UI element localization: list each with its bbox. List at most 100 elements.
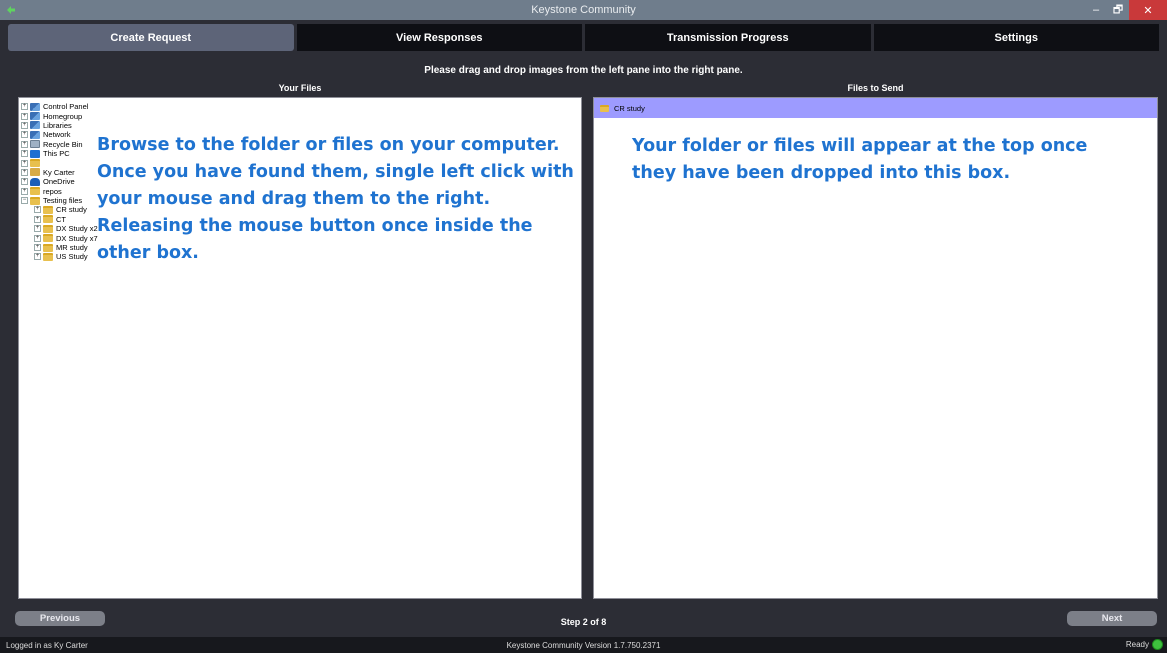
tab-view-responses[interactable]: View Responses [296,24,582,51]
expand-icon[interactable]: + [21,187,28,195]
instructions-text: Please drag and drop images from the lef… [424,65,743,76]
tree-item-repos[interactable]: + repos [21,187,98,196]
tree-item-label: Recycle Bin [43,139,83,149]
expand-icon[interactable]: + [34,215,41,223]
app-icon [4,3,18,17]
expand-icon[interactable]: + [21,150,28,158]
folder-icon [43,243,53,252]
step-indicator: Step 2 of 8 [560,617,607,627]
your-files-pane[interactable]: + Control Panel + Homegroup + Libraries + Ne… [18,97,582,599]
tree-item-network[interactable]: + Network [21,130,98,139]
send-item-label: CR study [614,103,645,113]
file-tree: + Control Panel + Homegroup + Libraries + Ne… [21,102,98,262]
tree-item-folder[interactable]: + [21,158,98,168]
tree-item-label: Control Panel [43,102,89,112]
ready-label: Ready [1125,640,1149,649]
window-controls: – 🗗 ✕ [1085,0,1167,20]
maximize-button[interactable]: 🗗 [1107,0,1129,20]
tree-item-label: OneDrive [43,177,75,187]
folder-icon [43,234,53,243]
user-folder-icon [30,168,40,177]
libraries-icon [30,121,40,130]
tab-settings[interactable]: Settings [873,24,1159,51]
status-bar: Logged in as Ky Carter Keystone Communit… [0,637,1167,653]
tree-item-libraries[interactable]: + Libraries [21,121,98,130]
folder-icon [43,205,53,214]
browse-instructions-line: Once you have found them, single left cl… [97,162,574,182]
folder-icon [43,252,53,261]
drop-instructions: Your folder or files will appear at the … [632,133,1132,187]
tree-item-cr-study[interactable]: + CR study [21,205,98,214]
tree-item-ct[interactable]: + CT [21,215,98,224]
tree-item-us-study[interactable]: + US Study [21,252,98,261]
tree-item-ky-carter[interactable]: + Ky Carter [21,168,98,177]
tree-item-label: Testing files [43,196,83,206]
expand-icon[interactable]: + [21,131,28,139]
tree-item-mr-study[interactable]: + MR study [21,243,98,252]
folder-icon [43,215,53,224]
expand-icon[interactable]: + [34,206,41,214]
tree-item-label: Homegroup [43,111,83,121]
expand-icon[interactable]: + [34,253,41,261]
tree-item-this-pc[interactable]: + This PC [21,149,98,158]
expand-icon[interactable]: + [34,244,41,252]
tree-item-control-panel[interactable]: + Control Panel [21,102,98,111]
folder-icon [30,196,40,205]
tree-item-recycle-bin[interactable]: + Recycle Bin [21,140,98,149]
folder-icon [43,224,53,233]
browse-instructions-line: your mouse and drag them to the right. [97,189,491,209]
tree-item-homegroup[interactable]: + Homegroup [21,111,98,121]
title-bar: Keystone Community – 🗗 ✕ [0,0,1167,20]
tab-create-request[interactable]: Create Request [8,24,294,51]
minimize-button[interactable]: – [1085,0,1107,20]
folder-icon [30,159,40,168]
version-label: Keystone Community Version 1.7.750.2371 [506,641,661,650]
tree-item-label: CR study [56,205,87,215]
tree-item-testing-files[interactable]: − Testing files [21,196,98,205]
computer-icon [30,149,40,158]
expand-icon[interactable]: + [21,103,28,111]
tree-item-onedrive[interactable]: + OneDrive [21,177,98,186]
tab-bar: Create Request View Responses Transmissi… [8,24,1159,51]
expand-icon[interactable]: + [21,112,28,120]
close-button[interactable]: ✕ [1129,0,1167,20]
tree-item-label: DX Study x2 [56,224,98,234]
browse-instructions: Browse to the folder or files on your co… [97,132,577,267]
tree-item-label: MR study [56,243,88,253]
drop-instructions-line: they have been dropped into this box. [632,163,1011,183]
window-title: Keystone Community [531,4,636,16]
browse-instructions-line: other box. [97,243,199,263]
expand-icon[interactable]: + [21,178,28,186]
tree-item-label: DX Study x7 [56,233,98,243]
tree-item-label: This PC [43,149,70,159]
expand-icon[interactable]: + [21,168,28,176]
recycle-bin-icon [30,140,40,149]
drop-instructions-line: Your folder or files will appear at the … [632,136,1088,156]
tree-item-dx-study-x2[interactable]: + DX Study x2 [21,224,98,233]
next-button[interactable]: Next [1067,611,1157,626]
expand-icon[interactable]: + [34,225,41,233]
tree-item-label: repos [43,186,62,196]
tree-item-label: CT [56,214,66,224]
expand-icon[interactable]: + [21,159,28,167]
files-to-send-pane[interactable]: CR study Your folder or files will appea… [593,97,1158,599]
send-item-cr-study[interactable]: CR study [594,98,1157,118]
ready-status: Ready [1126,639,1163,650]
tree-item-dx-study-x7[interactable]: + DX Study x7 [21,233,98,243]
browse-instructions-line: Releasing the mouse button once inside t… [97,216,533,236]
tree-item-label: Libraries [43,120,72,130]
expand-icon[interactable]: + [21,121,28,129]
tree-item-label: US Study [56,252,88,262]
tree-item-label: Network [43,130,71,140]
tree-item-label: Ky Carter [43,167,75,177]
browse-instructions-line: Browse to the folder or files on your co… [97,135,560,155]
network-icon [30,130,40,139]
tab-transmission-progress[interactable]: Transmission Progress [585,24,871,51]
expand-icon[interactable]: + [34,234,41,242]
collapse-icon[interactable]: − [21,197,28,205]
onedrive-icon [30,177,40,186]
expand-icon[interactable]: + [21,140,28,148]
folder-icon [30,187,40,196]
control-panel-icon [30,102,40,111]
homegroup-icon [30,112,40,121]
